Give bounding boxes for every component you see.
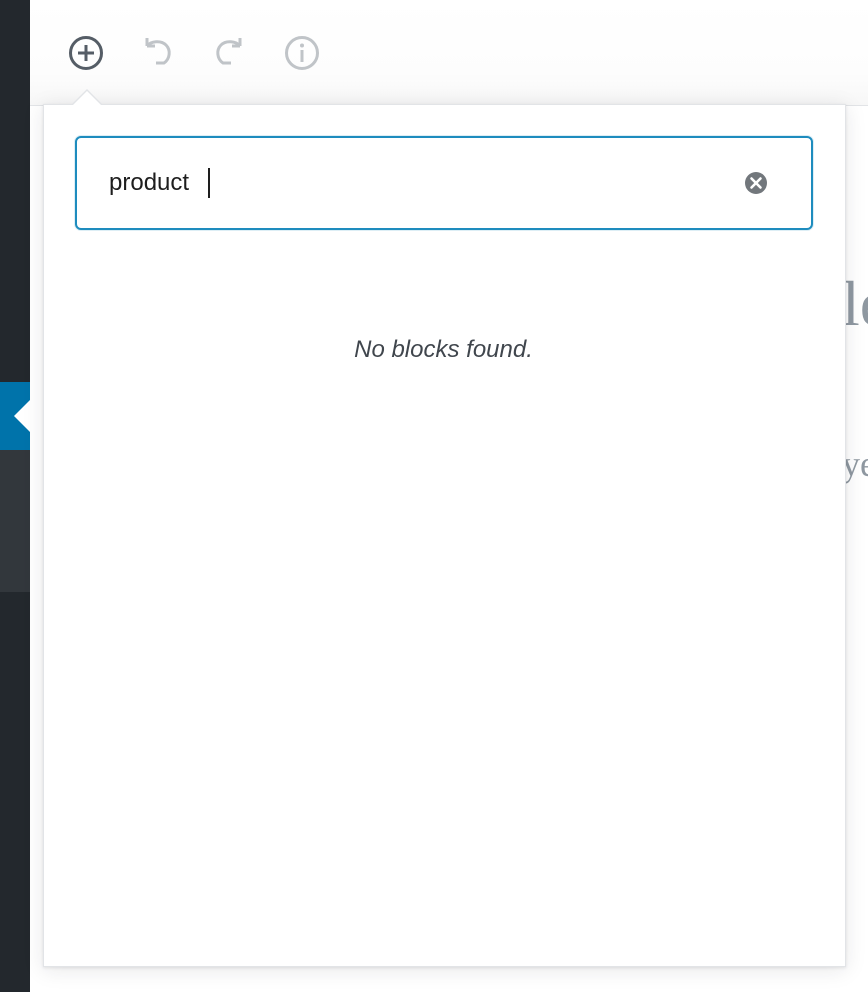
- admin-submenu: [0, 450, 30, 592]
- info-icon: [285, 36, 319, 70]
- add-block-button[interactable]: [67, 34, 105, 72]
- block-search-box[interactable]: [75, 136, 813, 230]
- clear-circle-icon: [745, 172, 767, 194]
- undo-button[interactable]: [138, 34, 176, 72]
- undo-icon: [145, 38, 171, 65]
- popover-arrow: [73, 91, 101, 105]
- redo-icon: [216, 38, 242, 65]
- info-button[interactable]: [283, 34, 321, 72]
- block-search-input[interactable]: [109, 160, 709, 206]
- block-inserter-popover: [43, 104, 846, 967]
- clear-search-button[interactable]: [744, 171, 768, 195]
- active-item-arrow: [14, 400, 30, 432]
- redo-button[interactable]: [211, 34, 249, 72]
- no-results-message: No blocks found.: [354, 336, 533, 363]
- text-caret: [208, 168, 210, 198]
- plus-circle-icon: [69, 36, 103, 70]
